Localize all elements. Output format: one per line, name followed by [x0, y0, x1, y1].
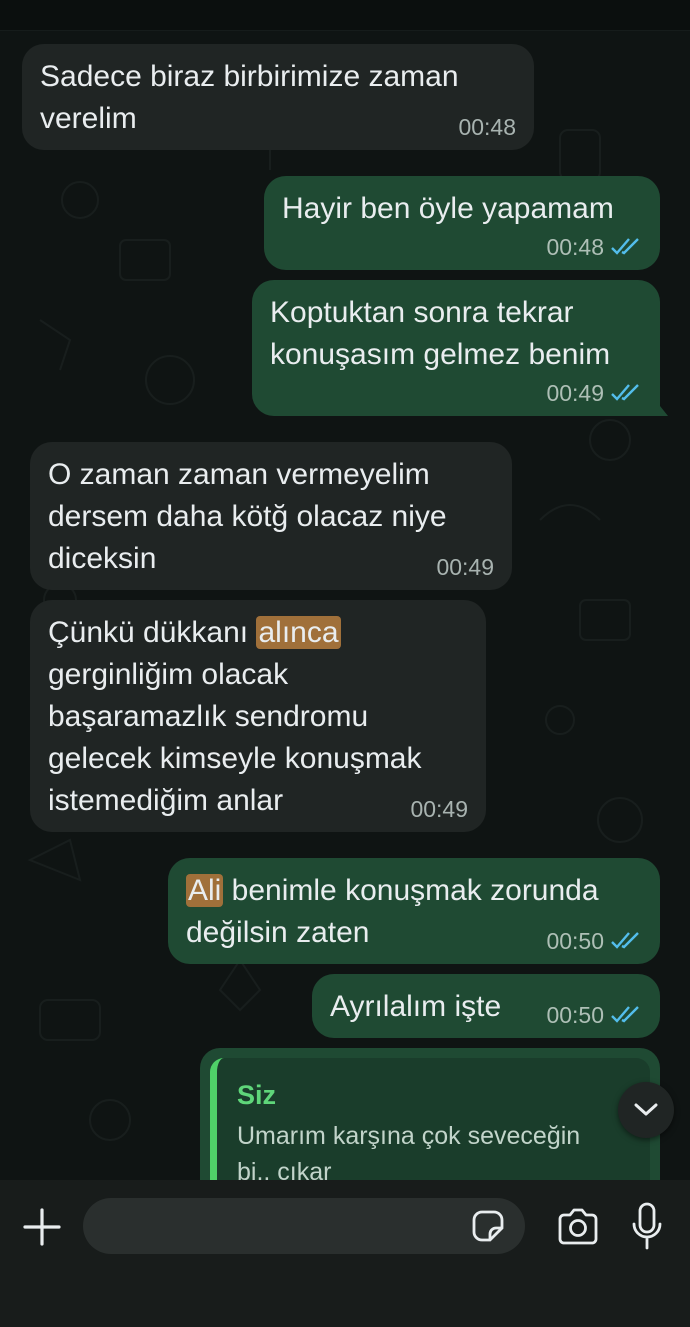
quote-text: Umarım karşına çok seveceğin bi.. çıkar [237, 1122, 581, 1180]
reply-message[interactable]: Siz Umarım karşına çok seveceğin bi.. çı… [200, 1048, 660, 1180]
microphone-icon[interactable] [630, 1202, 664, 1252]
message-time: 00:48 [458, 114, 516, 140]
search-highlight: alınca [256, 616, 341, 649]
quote-author: Siz [237, 1080, 277, 1110]
scroll-to-bottom-button[interactable] [618, 1082, 674, 1138]
outgoing-message[interactable]: Ayrılalım işte 00:50 [312, 974, 660, 1038]
message-text: Ayrılalım işte [330, 990, 502, 1023]
incoming-message[interactable]: Sadece biraz birbirimize zaman verelim 0… [22, 44, 534, 150]
camera-icon[interactable] [556, 1207, 600, 1247]
message-time: 00:48 [546, 234, 642, 260]
incoming-message[interactable]: Çünkü dükkanı alınca gerginliğim olacak … [30, 600, 486, 832]
composer-bar [0, 1180, 690, 1327]
plus-icon[interactable] [22, 1207, 62, 1247]
message-time: 00:50 [546, 1002, 642, 1028]
outgoing-message[interactable]: Ali benimle konuşmak zorunda değilsin za… [168, 858, 660, 964]
message-time: 00:49 [546, 380, 642, 406]
bubble-tail [652, 396, 668, 416]
message-text: O zaman zaman vermeyelim dersem daha köt… [48, 458, 447, 575]
message-text: Ali benimle konuşmak zorunda değilsin za… [186, 874, 599, 949]
chat-header [0, 0, 690, 31]
outgoing-message[interactable]: Koptuktan sonra tekrar konuşasım gelmez … [252, 280, 668, 416]
quoted-message[interactable]: Siz Umarım karşına çok seveceğin bi.. çı… [210, 1058, 650, 1180]
message-time: 00:49 [410, 796, 468, 822]
chat-area[interactable]: Sadece biraz birbirimize zaman verelim 0… [0, 0, 690, 1180]
chevron-down-icon [634, 1103, 658, 1116]
outgoing-message[interactable]: Hayir ben öyle yapamam 00:48 [264, 176, 660, 270]
message-text: Çünkü dükkanı alınca gerginliğim olacak … [48, 616, 422, 817]
message-text: Koptuktan sonra tekrar konuşasım gelmez … [270, 296, 611, 371]
double-check-icon [610, 931, 642, 951]
search-highlight: Ali [186, 874, 224, 907]
message-input[interactable] [83, 1198, 525, 1254]
message-time: 00:49 [436, 554, 494, 580]
double-check-icon [610, 237, 642, 257]
double-check-icon [610, 383, 642, 403]
incoming-message[interactable]: O zaman zaman vermeyelim dersem daha köt… [30, 442, 512, 590]
message-text: Hayir ben öyle yapamam [282, 192, 614, 225]
message-text: Sadece biraz birbirimize zaman verelim [40, 60, 459, 135]
double-check-icon [610, 1005, 642, 1025]
message-time: 00:50 [546, 928, 642, 954]
sticker-icon[interactable] [470, 1208, 506, 1244]
